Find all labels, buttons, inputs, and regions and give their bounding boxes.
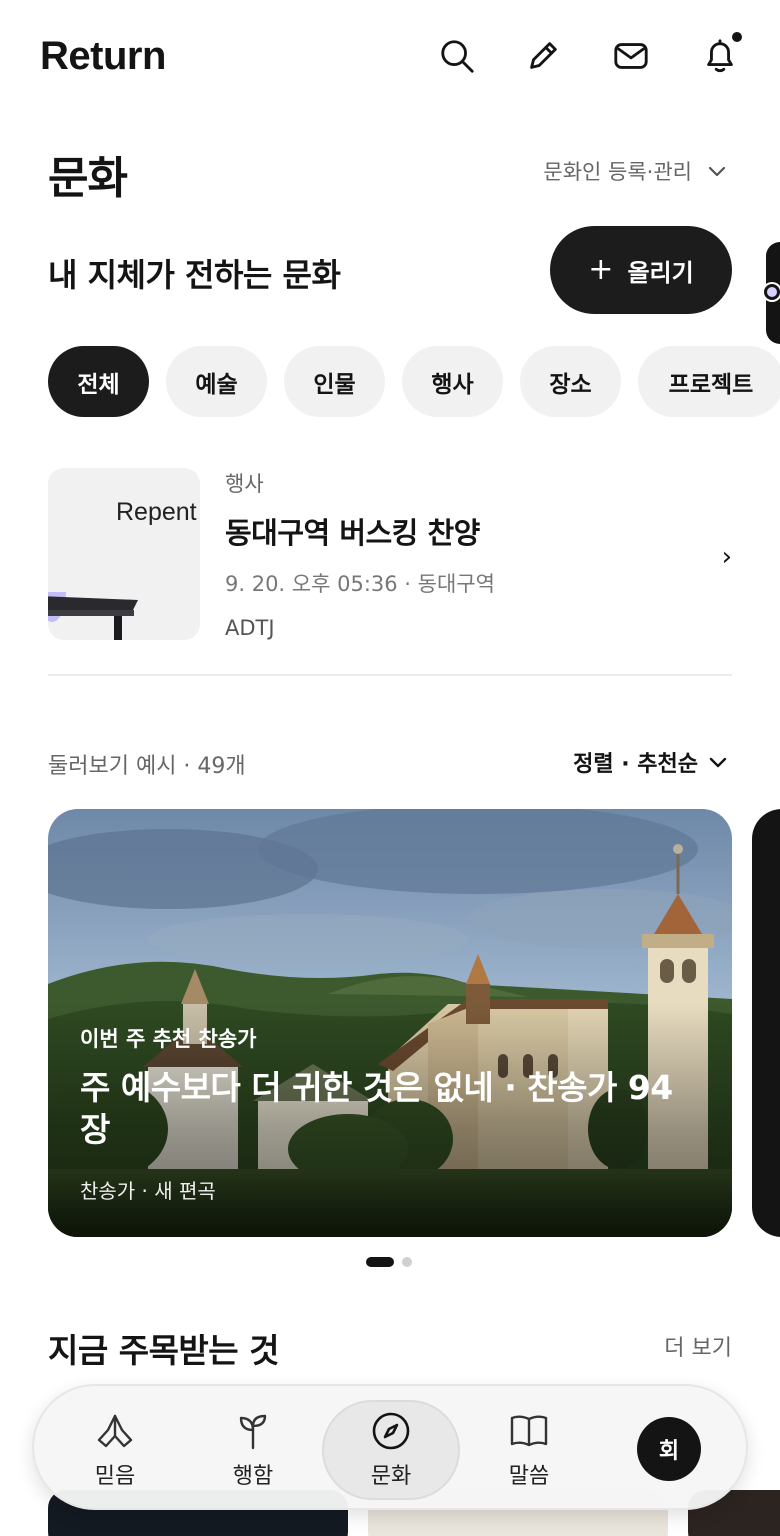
chip-people[interactable]: 인물 bbox=[284, 346, 385, 417]
trending-title: 지금 주목받는 것 bbox=[48, 1331, 280, 1370]
nav-item-faith[interactable]: 믿음 bbox=[50, 1400, 180, 1500]
nav-item-label: 믿음 bbox=[94, 1464, 136, 1489]
table-illustration bbox=[48, 592, 138, 640]
sprout-icon bbox=[239, 1414, 267, 1450]
category-chips: 전체 예술 인물 행사 장소 프로젝트 bbox=[48, 346, 780, 417]
carousel-pagination bbox=[366, 1257, 412, 1267]
page-title: 문화 bbox=[48, 153, 128, 204]
chip-art[interactable]: 예술 bbox=[166, 346, 267, 417]
search-icon[interactable] bbox=[437, 36, 477, 76]
chevron-down-icon bbox=[709, 757, 727, 768]
event-title: 동대구역 버스킹 찬양 bbox=[225, 516, 480, 550]
bell-icon[interactable] bbox=[700, 30, 744, 76]
chip-project[interactable]: 프로젝트 bbox=[638, 346, 780, 417]
praying-hands-icon bbox=[97, 1414, 133, 1448]
event-thumbnail: Repent bbox=[48, 468, 200, 640]
sort-label: 정렬 · 추천순 bbox=[573, 752, 698, 777]
chip-all[interactable]: 전체 bbox=[48, 346, 149, 417]
mail-icon[interactable] bbox=[611, 36, 651, 76]
nav-item-label: 말씀 bbox=[508, 1464, 550, 1489]
more-link[interactable]: 더 보기 bbox=[664, 1330, 732, 1362]
upload-button-label: 올리기 bbox=[627, 258, 694, 287]
nav-item-deeds[interactable]: 행함 bbox=[188, 1400, 318, 1500]
upload-button[interactable]: + 올리기 bbox=[550, 226, 732, 314]
thumbnail-text: Repent bbox=[116, 498, 197, 526]
profile-avatar[interactable]: 회 bbox=[637, 1417, 701, 1481]
sort-dropdown[interactable]: 정렬 · 추천순 bbox=[573, 746, 728, 778]
pencil-icon[interactable] bbox=[523, 36, 563, 76]
featured-hymn-card[interactable]: 이번 주 추천 찬송가 주 예수보다 더 귀한 것은 없네 · 찬송가 94장 … bbox=[48, 809, 732, 1237]
chip-place[interactable]: 장소 bbox=[520, 346, 621, 417]
pagination-dot[interactable] bbox=[402, 1257, 412, 1267]
hero-subtitle: 찬송가 · 새 편곡 bbox=[80, 1179, 216, 1203]
event-list-item[interactable]: Repent 행사 동대구역 버스킹 찬양 9. 20. 오후 05:36 · … bbox=[48, 468, 732, 676]
top-bar: Return bbox=[0, 0, 780, 112]
notification-dot bbox=[730, 30, 744, 44]
nav-item-label: 행함 bbox=[232, 1464, 274, 1489]
hero-tag: 이번 주 추천 찬송가 bbox=[80, 1027, 257, 1051]
chip-event[interactable]: 행사 bbox=[402, 346, 503, 417]
nav-item-word[interactable]: 말씀 bbox=[464, 1400, 594, 1500]
nav-item-culture[interactable]: 문화 bbox=[322, 1400, 460, 1500]
section-subtitle: 내 지체가 전하는 문화 bbox=[48, 256, 341, 294]
hero-title: 주 예수보다 더 귀한 것은 없네 · 찬송가 94장 bbox=[80, 1068, 673, 1149]
event-meta: 9. 20. 오후 05:36 · 동대구역 bbox=[225, 572, 495, 596]
pagination-dot-active[interactable] bbox=[366, 1257, 394, 1267]
next-card-peek[interactable] bbox=[752, 809, 780, 1237]
event-category: 행사 bbox=[225, 472, 264, 496]
nav-item-label: 문화 bbox=[370, 1464, 412, 1489]
side-drawer-handle[interactable] bbox=[764, 242, 780, 344]
plus-icon: + bbox=[588, 252, 614, 287]
chevron-down-icon bbox=[708, 166, 726, 177]
chevron-right-icon: › bbox=[721, 542, 732, 572]
event-organizer: ADTJ bbox=[225, 616, 275, 640]
compass-icon bbox=[372, 1412, 410, 1450]
culture-manage-dropdown[interactable]: 문화인 등록·관리 bbox=[543, 156, 728, 186]
app-logo[interactable]: Return bbox=[40, 34, 166, 79]
handle-knob bbox=[764, 284, 780, 300]
book-icon bbox=[510, 1415, 548, 1447]
bottom-nav: 믿음 행함 문화 말씀 회 bbox=[32, 1384, 748, 1510]
culture-manage-label: 문화인 등록·관리 bbox=[543, 160, 692, 184]
browse-count-label: 둘러보기 예시 · 49개 bbox=[48, 754, 246, 779]
